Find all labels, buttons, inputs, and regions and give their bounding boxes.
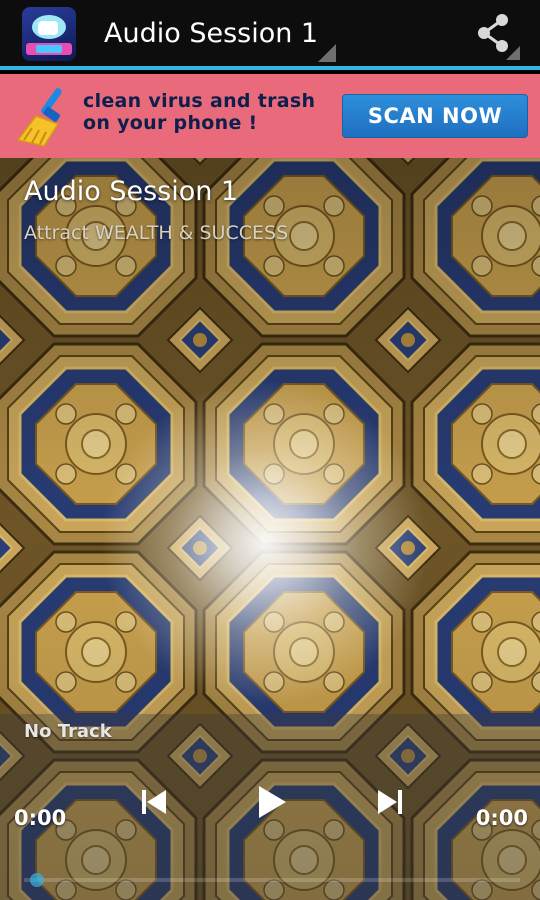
app-launcher-icon[interactable]	[22, 7, 76, 61]
progress-thumb[interactable]	[30, 873, 44, 887]
play-button[interactable]	[240, 770, 300, 830]
elapsed-time: 0:00	[14, 806, 67, 830]
action-bar: Audio Session 1	[0, 0, 540, 70]
session-title: Audio Session 1	[24, 176, 239, 207]
ad-text-line1: clean virus and trash	[83, 90, 316, 112]
track-label: No Track	[24, 721, 112, 742]
broom-icon	[16, 88, 62, 147]
scan-now-button[interactable]: SCAN NOW	[342, 94, 528, 138]
next-button[interactable]	[360, 770, 420, 830]
session-subtitle: Attract WEALTH & SUCCESS	[24, 222, 289, 244]
skip-previous-icon	[142, 790, 166, 814]
ad-banner[interactable]: clean virus and trash on your phone ! SC…	[0, 74, 540, 232]
progress-bar[interactable]	[24, 873, 520, 887]
player-screen: Audio Session 1 Attract WEALTH & SUCCESS…	[0, 158, 540, 900]
ad-text[interactable]: clean virus and trash on your phone !	[83, 90, 333, 134]
overflow-indicator-icon	[506, 46, 520, 60]
previous-button[interactable]	[124, 770, 184, 830]
light-glow	[100, 378, 430, 708]
share-button[interactable]	[468, 8, 522, 62]
skip-next-icon	[378, 790, 402, 814]
player-controls: No Track 0:00 0:00	[0, 714, 540, 900]
play-icon	[259, 786, 286, 818]
action-bar-title[interactable]: Audio Session 1	[104, 14, 318, 54]
spinner-indicator-icon	[318, 44, 336, 62]
duration-time: 0:00	[475, 806, 528, 830]
ad-text-line2: on your phone !	[83, 112, 258, 134]
